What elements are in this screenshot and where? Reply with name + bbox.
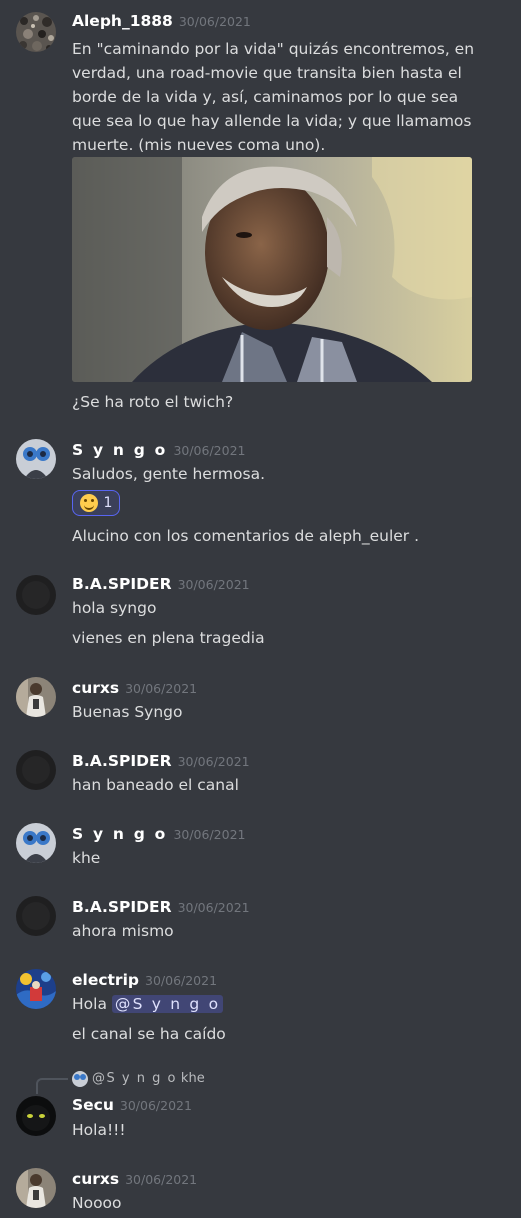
message-text: Buenas Syngo	[72, 703, 183, 721]
avatar-curxs[interactable]	[16, 677, 56, 717]
reaction-button[interactable]: 1	[72, 490, 120, 516]
message-text: Hola @S y n g o	[72, 992, 224, 1016]
avatar-curxs[interactable]	[16, 1168, 56, 1208]
message-syngo: S y n g o 30/06/2021 khe	[0, 823, 521, 873]
reply-text: khe	[180, 1071, 205, 1086]
message-header: curxs 30/06/2021	[72, 677, 197, 699]
avatar-syngo[interactable]	[16, 823, 56, 863]
reply-context[interactable]: @S y n g o khe	[72, 1070, 205, 1088]
user-mention[interactable]: @S y n g o	[111, 995, 224, 1013]
message-header: S y n g o 30/06/2021	[72, 439, 245, 461]
message-curxs: curxs 30/06/2021 Buenas Syngo	[0, 677, 521, 727]
message-baspider: B.A.SPIDER 30/06/2021 han baneado el cana…	[0, 750, 521, 800]
timestamp: 30/06/2021	[177, 900, 250, 915]
message-text-prefix: Hola	[72, 995, 107, 1013]
timestamp: 30/06/2021	[177, 754, 250, 769]
timestamp: 30/06/2021	[173, 443, 246, 458]
message-baspider: B.A.SPIDER 30/06/2021 ahora mismo	[0, 896, 521, 946]
timestamp: 30/06/2021	[178, 14, 251, 29]
timestamp: 30/06/2021	[119, 1098, 192, 1113]
timestamp: 30/06/2021	[177, 577, 250, 592]
message-header: B.A.SPIDER 30/06/2021	[72, 750, 250, 772]
message-aleph: Aleph_1888 30/06/2021 En "caminando por l…	[0, 10, 521, 411]
message-text: En "caminando por la vida" quizás encont…	[72, 40, 475, 154]
timestamp: 30/06/2021	[125, 681, 198, 696]
timestamp: 30/06/2021	[125, 1172, 198, 1187]
message-text: el canal se ha caído	[72, 1025, 226, 1043]
message-text: han baneado el canal	[72, 776, 239, 794]
avatar-baspider[interactable]	[16, 575, 56, 615]
message-syngo: S y n g o 30/06/2021 Saludos, gente hermo…	[0, 439, 521, 549]
reply-connector	[36, 1078, 68, 1094]
message-header: S y n g o 30/06/2021	[72, 823, 245, 845]
username[interactable]: electrip	[72, 971, 139, 989]
message-header: Secu 30/06/2021	[72, 1094, 192, 1116]
avatar-baspider[interactable]	[16, 750, 56, 790]
reaction-count: 1	[103, 495, 113, 511]
reply-username[interactable]: @S y n g o	[92, 1070, 177, 1088]
username[interactable]: curxs	[72, 1170, 119, 1188]
reply-avatar	[72, 1071, 88, 1087]
message-text: Saludos, gente hermosa.	[72, 465, 266, 483]
smiling-face-emoji-icon	[79, 494, 98, 512]
message-text: Noooo	[72, 1194, 122, 1212]
message-text: Alucino con los comentarios de aleph_eul…	[72, 527, 420, 545]
message-text: khe	[72, 849, 101, 867]
username[interactable]: Aleph_1888	[72, 12, 173, 30]
message-curxs: curxs 30/06/2021 Noooo	[0, 1168, 521, 1218]
avatar-aleph[interactable]	[16, 12, 56, 52]
message-secu: @S y n g o khe Secu 30/06/2021 Hola!!!	[0, 1070, 521, 1145]
username[interactable]: curxs	[72, 679, 119, 697]
avatar-baspider[interactable]	[16, 896, 56, 936]
timestamp: 30/06/2021	[145, 973, 218, 988]
message-header: electrip 30/06/2021	[72, 969, 217, 991]
username[interactable]: Secu	[72, 1096, 114, 1114]
avatar-secu[interactable]	[16, 1096, 56, 1136]
avatar-electrip[interactable]	[16, 969, 56, 1009]
username[interactable]: B.A.SPIDER	[72, 898, 172, 916]
image-attachment[interactable]	[72, 157, 472, 382]
timestamp: 30/06/2021	[173, 827, 246, 842]
message-header: curxs 30/06/2021	[72, 1168, 197, 1190]
message-text: Hola!!!	[72, 1121, 126, 1139]
username[interactable]: B.A.SPIDER	[72, 575, 172, 593]
message-electrip: electrip 30/06/2021 Hola @S y n g o el ca…	[0, 969, 521, 1049]
message-text: ahora mismo	[72, 922, 174, 940]
message-header: Aleph_1888 30/06/2021	[72, 10, 251, 32]
message-text: ¿Se ha roto el twich?	[72, 393, 234, 411]
message-header: B.A.SPIDER 30/06/2021	[72, 896, 250, 918]
message-text: vienes en plena tragedia	[72, 629, 265, 647]
message-baspider: B.A.SPIDER 30/06/2021 hola syngo vienes e…	[0, 573, 521, 653]
message-header: B.A.SPIDER 30/06/2021	[72, 573, 250, 595]
username[interactable]: B.A.SPIDER	[72, 752, 172, 770]
username[interactable]: S y n g o	[72, 441, 167, 459]
message-text: hola syngo	[72, 599, 157, 617]
avatar-syngo[interactable]	[16, 439, 56, 479]
username[interactable]: S y n g o	[72, 825, 167, 843]
